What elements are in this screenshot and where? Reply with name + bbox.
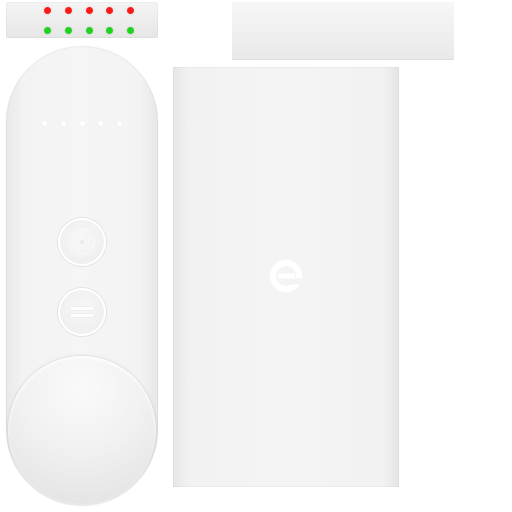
dial-knob[interactable] <box>8 356 156 504</box>
indicator-dot <box>60 120 66 126</box>
hub-body <box>173 67 399 487</box>
green-led-2 <box>64 26 72 34</box>
green-led-3 <box>85 26 93 34</box>
remote-body <box>6 46 158 506</box>
e-logo-icon <box>270 260 302 292</box>
green-led-1 <box>44 26 51 34</box>
red-led-2 <box>64 6 72 14</box>
indicator-dot <box>79 120 85 126</box>
home-button[interactable] <box>58 218 106 266</box>
led-strip <box>6 2 158 38</box>
menu-button[interactable] <box>58 288 106 336</box>
green-led-4 <box>106 26 114 34</box>
led-row-red <box>44 6 134 14</box>
texture-canvas <box>0 0 512 512</box>
equals-icon <box>69 306 95 318</box>
green-led-5 <box>127 26 134 34</box>
red-led-5 <box>127 6 134 14</box>
indicator-dot <box>117 120 122 126</box>
red-led-1 <box>44 6 51 14</box>
indicator-dot <box>42 120 47 126</box>
remote-indicator-dots <box>42 120 122 126</box>
red-led-4 <box>106 6 114 14</box>
led-row-green <box>44 26 134 34</box>
red-led-3 <box>85 6 93 14</box>
indicator-dot <box>98 120 104 126</box>
top-bar-panel <box>232 2 454 60</box>
target-icon <box>69 229 95 255</box>
